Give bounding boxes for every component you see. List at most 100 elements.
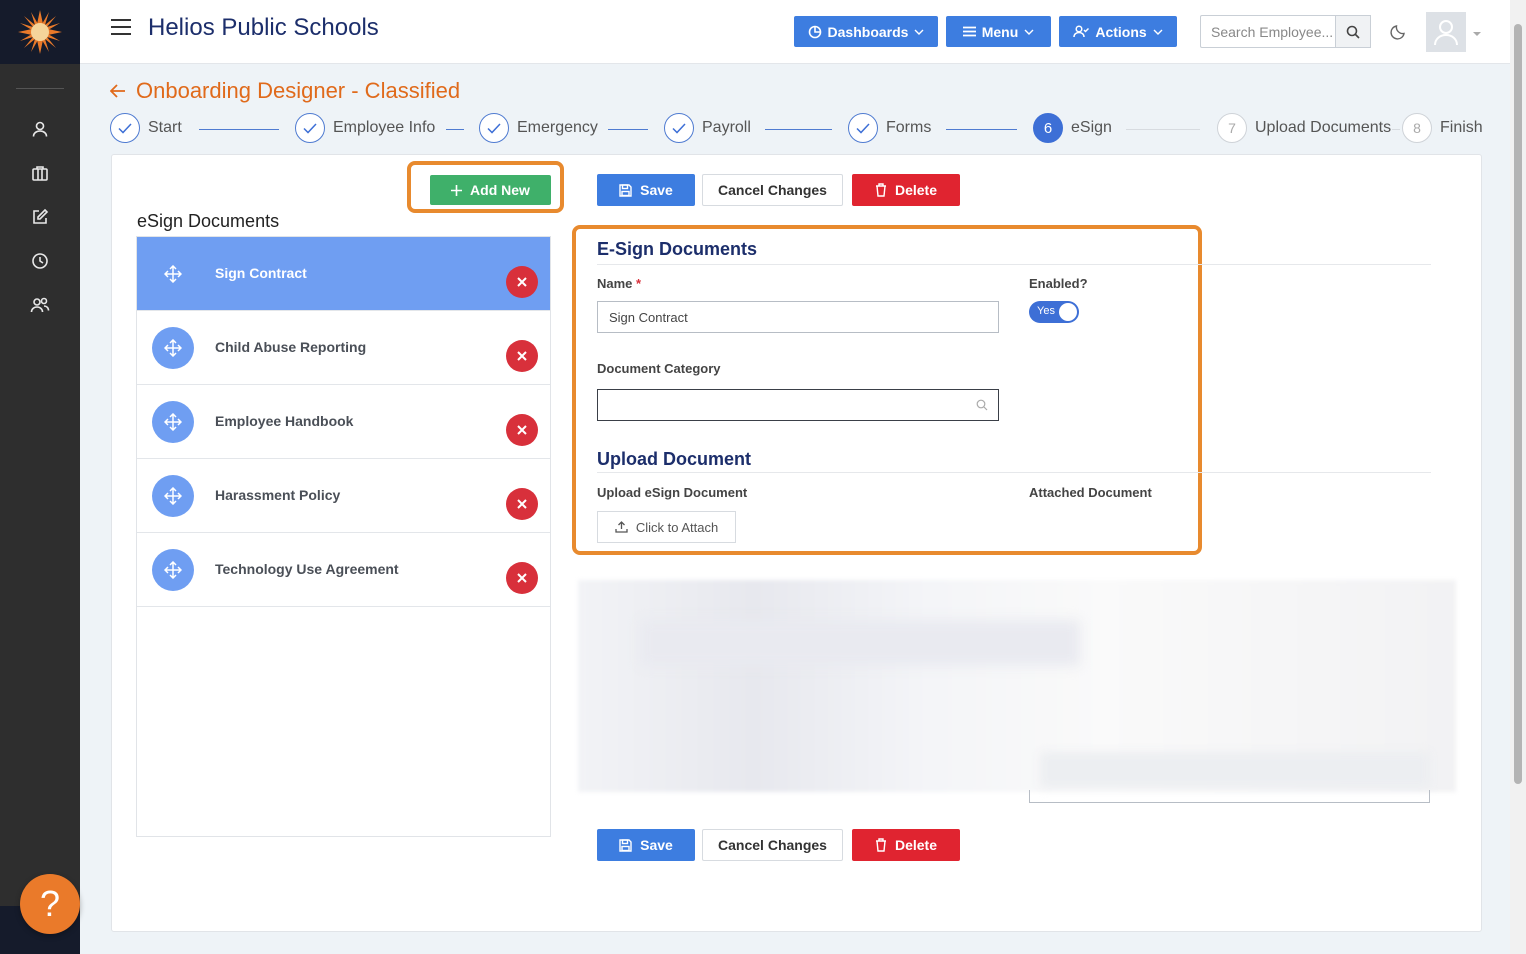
- list-icon: [962, 26, 976, 37]
- clock-icon[interactable]: [28, 249, 52, 273]
- step-label: Upload Documents: [1255, 119, 1392, 136]
- upload-section-title: Upload Document: [597, 449, 752, 469]
- name-input[interactable]: Sign Contract: [597, 301, 999, 333]
- step-connector: [446, 129, 464, 130]
- step-connector: [765, 129, 832, 130]
- list-item[interactable]: Harassment Policy: [137, 459, 550, 533]
- step-esign[interactable]: 6 eSign: [1033, 113, 1112, 143]
- list-heading: eSign Documents: [137, 211, 280, 231]
- sun-logo-icon: [18, 10, 62, 54]
- user-avatar-icon: [1434, 20, 1458, 46]
- cancel-changes-button[interactable]: Cancel Changes: [702, 829, 843, 861]
- redacted-content: [1040, 752, 1430, 788]
- drag-handle-move-icon[interactable]: [152, 401, 194, 443]
- remove-item-close-icon[interactable]: [506, 414, 538, 446]
- enabled-label: Enabled?: [1029, 276, 1088, 291]
- floppy-disk-icon: [619, 183, 632, 197]
- remove-item-close-icon[interactable]: [506, 488, 538, 520]
- left-rail: [0, 0, 80, 954]
- step-label: Employee Info: [333, 119, 436, 136]
- help-label: ?: [39, 883, 61, 924]
- drag-handle-move-icon[interactable]: [152, 549, 194, 591]
- step-upload-documents[interactable]: 7 Upload Documents: [1217, 113, 1391, 143]
- search-button[interactable]: [1335, 15, 1371, 48]
- section-divider: [597, 264, 1431, 265]
- delete-button[interactable]: Delete: [852, 829, 960, 861]
- dashboards-button[interactable]: Dashboards: [794, 16, 938, 47]
- enabled-toggle[interactable]: Yes: [1029, 301, 1079, 323]
- list-item[interactable]: Technology Use Agreement: [137, 533, 550, 607]
- toggle-knob: [1059, 303, 1077, 321]
- scrollbar-thumb[interactable]: [1514, 24, 1522, 784]
- save-label: Save: [640, 182, 673, 198]
- step-number: 8: [1402, 113, 1432, 143]
- attach-label: Click to Attach: [635, 519, 719, 535]
- drag-handle-move-icon[interactable]: [152, 253, 194, 295]
- pie-chart-icon: [808, 25, 821, 38]
- edit-icon[interactable]: [28, 205, 52, 229]
- save-button[interactable]: Save: [597, 174, 695, 206]
- name-label-text: Name: [597, 276, 633, 291]
- upload-icon: [615, 521, 628, 533]
- document-category-select[interactable]: [597, 389, 999, 421]
- page-header: Onboarding Designer - Classified: [110, 78, 460, 104]
- toggle-text: Yes: [1037, 305, 1055, 317]
- delete-label: Delete: [894, 182, 938, 198]
- delete-button[interactable]: Delete: [852, 174, 960, 206]
- drag-handle-move-icon[interactable]: [152, 327, 194, 369]
- floppy-disk-icon: [619, 838, 632, 852]
- step-emergency[interactable]: Emergency: [479, 113, 598, 143]
- remove-item-close-icon[interactable]: [506, 266, 538, 298]
- delete-label: Delete: [894, 837, 938, 853]
- step-finish[interactable]: 8 Finish: [1402, 113, 1483, 143]
- chevron-down-icon: [1024, 29, 1034, 35]
- cancel-changes-button[interactable]: Cancel Changes: [702, 174, 843, 206]
- list-item-label: Child Abuse Reporting: [215, 339, 367, 355]
- search-icon: [1346, 25, 1360, 39]
- step-label: Emergency: [517, 119, 598, 136]
- list-item[interactable]: Child Abuse Reporting: [137, 311, 550, 385]
- remove-item-close-icon[interactable]: [506, 340, 538, 372]
- remove-item-close-icon[interactable]: [506, 562, 538, 594]
- list-item-label: Employee Handbook: [215, 413, 354, 429]
- save-button[interactable]: Save: [597, 829, 695, 861]
- dark-mode-moon-icon[interactable]: [1390, 22, 1408, 45]
- helios-logo[interactable]: [0, 0, 80, 64]
- actions-button[interactable]: Actions: [1059, 16, 1177, 47]
- esign-section-title: E-Sign Documents: [597, 239, 758, 259]
- step-label: Forms: [886, 119, 932, 136]
- menu-button[interactable]: Menu: [946, 16, 1051, 47]
- people-icon[interactable]: [28, 293, 52, 317]
- cancel-label: Cancel Changes: [718, 182, 827, 198]
- add-new-button[interactable]: Add New: [430, 175, 551, 205]
- click-to-attach-button[interactable]: Click to Attach: [597, 511, 736, 543]
- briefcase-icon[interactable]: [28, 161, 52, 185]
- drag-handle-move-icon[interactable]: [152, 475, 194, 517]
- step-forms[interactable]: Forms: [848, 113, 931, 143]
- help-button[interactable]: ?: [20, 874, 80, 934]
- upload-esign-label: Upload eSign Document: [597, 485, 748, 500]
- step-payroll[interactable]: Payroll: [664, 113, 751, 143]
- page-title: Onboarding Designer - Classified: [136, 78, 461, 103]
- list-item[interactable]: Employee Handbook: [137, 385, 550, 459]
- step-connector: [1126, 129, 1200, 130]
- page-scrollbar[interactable]: [1510, 0, 1526, 954]
- chevron-down-icon: [914, 29, 924, 35]
- menu-label: Menu: [981, 23, 1019, 40]
- hamburger-menu-icon[interactable]: [110, 18, 132, 41]
- step-connector: [946, 129, 1017, 130]
- person-icon[interactable]: [28, 117, 52, 141]
- required-mark: *: [636, 276, 642, 291]
- employee-search-input[interactable]: Search Employee...: [1200, 15, 1336, 48]
- step-check-icon: [479, 113, 509, 143]
- step-check-icon: [848, 113, 878, 143]
- step-start[interactable]: Start: [110, 113, 182, 143]
- back-arrow-icon[interactable]: [110, 84, 126, 98]
- step-check-icon: [664, 113, 694, 143]
- list-item[interactable]: Sign Contract: [137, 237, 550, 311]
- step-employee-info[interactable]: Employee Info: [295, 113, 435, 143]
- user-avatar[interactable]: [1426, 12, 1466, 52]
- avatar-caret-icon[interactable]: [1472, 24, 1482, 42]
- step-connector: [1392, 129, 1400, 130]
- textarea-resize-edge[interactable]: [1029, 790, 1430, 803]
